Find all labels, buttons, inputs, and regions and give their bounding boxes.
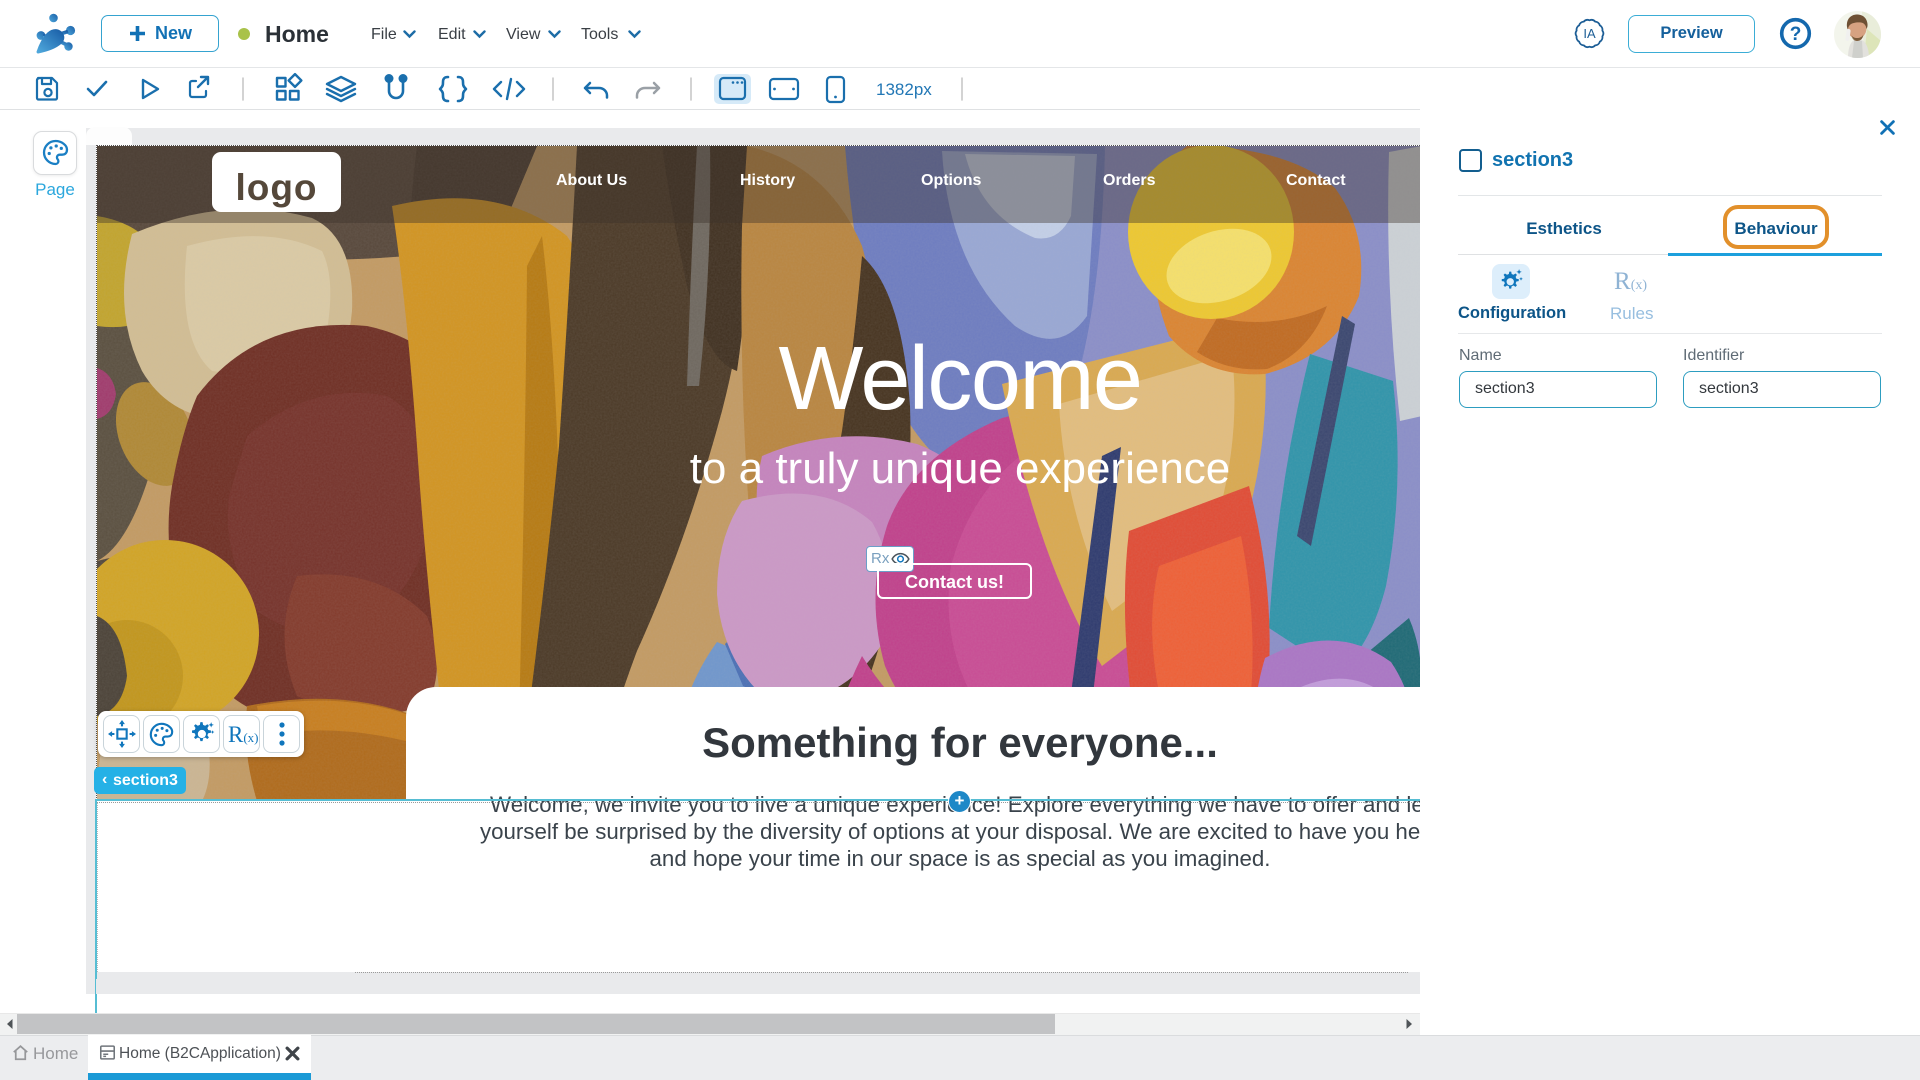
svg-text:?: ? bbox=[1790, 24, 1802, 45]
svg-text:IA: IA bbox=[1583, 26, 1596, 41]
svg-text:1382px: 1382px bbox=[876, 80, 932, 99]
